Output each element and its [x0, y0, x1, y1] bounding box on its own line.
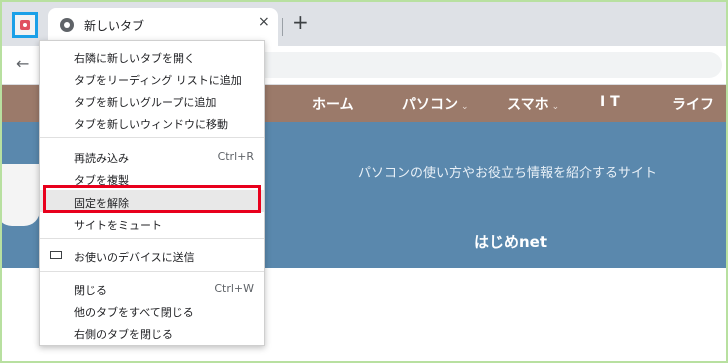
menu-item-add-to-group[interactable]: タブを新しいグループに追加: [40, 89, 264, 111]
device-icon: [50, 251, 62, 259]
menu-item-close-right[interactable]: 右側のタブを閉じる: [40, 321, 264, 343]
nav-smartphone[interactable]: スマホ ⌄: [507, 94, 559, 114]
chevron-down-icon: ⌄: [551, 102, 560, 112]
back-arrow-icon[interactable]: ←: [16, 54, 29, 73]
menu-item-mute-site[interactable]: サイトをミュート: [40, 212, 264, 234]
nav-pc[interactable]: パソコン ⌄: [402, 94, 469, 114]
menu-separator: [40, 238, 264, 239]
nav-it[interactable]: I T: [600, 94, 620, 110]
new-tab-button[interactable]: +: [292, 12, 309, 32]
pinned-tab[interactable]: [12, 12, 38, 38]
nav-life[interactable]: ライフ: [672, 94, 714, 114]
menu-item-close[interactable]: 閉じる Ctrl+W: [40, 277, 264, 299]
shortcut-label: Ctrl+W: [214, 282, 254, 295]
menu-item-reload[interactable]: 再読み込み Ctrl+R: [40, 145, 264, 167]
tab-separator: [282, 18, 283, 36]
site-favicon-icon: [20, 20, 30, 30]
browser-window: 新しいタブ × + ← ホーム パソコン ⌄ スマホ ⌄ I T ライフ パソコンの…: [2, 2, 726, 361]
menu-item-add-to-reading-list[interactable]: タブをリーディング リストに追加: [40, 67, 264, 89]
site-tagline: パソコンの使い方やお役立ち情報を紹介するサイト: [358, 166, 658, 181]
menu-item-send-to-devices[interactable]: お使いのデバイスに送信: [40, 244, 264, 266]
menu-item-new-tab-right[interactable]: 右隣に新しいタブを開く: [40, 45, 264, 67]
menu-item-move-to-window[interactable]: タブを新しいウィンドウに移動: [40, 111, 264, 133]
highlight-box: [43, 185, 261, 213]
coffee-cup-image: [2, 164, 40, 226]
menu-separator: [40, 271, 264, 272]
shortcut-label: Ctrl+R: [217, 150, 254, 163]
tab-title: 新しいタブ: [84, 19, 145, 33]
address-bar[interactable]: [252, 52, 722, 78]
chrome-icon: [60, 18, 74, 32]
close-tab-icon[interactable]: ×: [258, 14, 270, 30]
nav-home[interactable]: ホーム: [312, 94, 354, 114]
chevron-down-icon: ⌄: [461, 102, 469, 112]
menu-separator: [40, 137, 264, 138]
site-title[interactable]: はじめnet: [474, 231, 547, 252]
menu-item-close-others[interactable]: 他のタブをすべて閉じる: [40, 299, 264, 321]
